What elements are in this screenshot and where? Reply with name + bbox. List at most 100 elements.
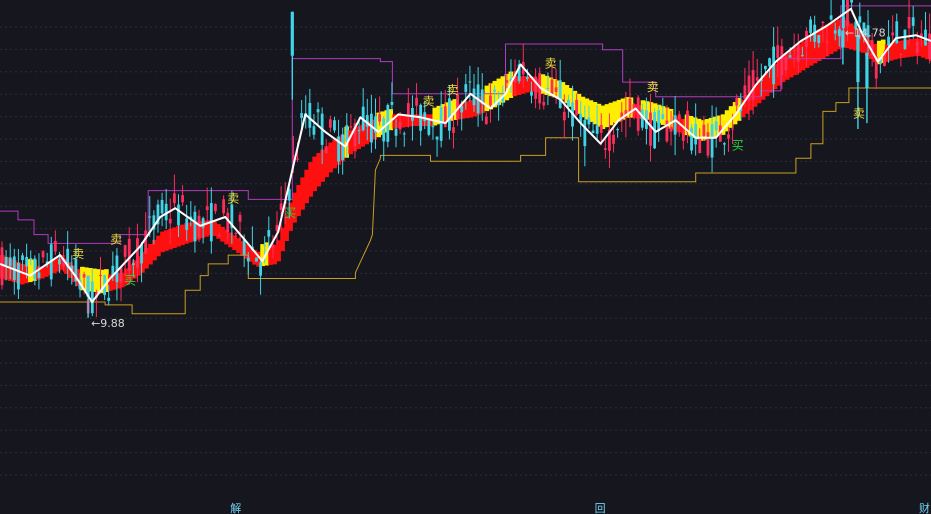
ribbon-bull-segment bbox=[304, 169, 309, 204]
ribbon-bull-segment bbox=[216, 224, 221, 239]
sell-signal-label: 卖 bbox=[422, 95, 434, 109]
candle-down bbox=[177, 204, 180, 226]
candle-down bbox=[587, 117, 591, 125]
candle-down bbox=[809, 19, 812, 33]
candle-up bbox=[743, 85, 747, 99]
candle-down bbox=[90, 281, 94, 314]
buy-signal-label: 买 bbox=[732, 139, 744, 153]
ribbon-bull-segment bbox=[172, 227, 177, 248]
candle-down bbox=[764, 65, 767, 70]
candle-down bbox=[583, 119, 587, 147]
candle-down bbox=[833, 30, 837, 34]
candle-up bbox=[123, 245, 127, 257]
ribbon-bull-segment bbox=[908, 39, 914, 57]
ribbon-bull-segment bbox=[152, 239, 157, 261]
ribbon-bull-segment bbox=[316, 153, 321, 187]
candle-up bbox=[181, 195, 184, 203]
candle-down bbox=[468, 81, 472, 83]
candle-up bbox=[324, 147, 328, 154]
ribbon-bull-segment bbox=[312, 156, 317, 192]
candle-down bbox=[464, 84, 468, 93]
candle-down bbox=[316, 109, 320, 113]
ribbon-bull-segment bbox=[828, 22, 834, 54]
candle-down bbox=[530, 91, 533, 96]
candle-up bbox=[575, 99, 579, 116]
candle-up bbox=[780, 46, 784, 75]
candle-up bbox=[168, 218, 172, 224]
candle-up bbox=[649, 112, 652, 146]
candle-down bbox=[788, 55, 792, 58]
candle-down bbox=[33, 258, 37, 280]
candle-down bbox=[911, 17, 915, 26]
ribbon-bull-segment bbox=[464, 101, 470, 119]
ribbon-bull-segment bbox=[308, 162, 313, 197]
candle-up bbox=[792, 49, 796, 51]
ribbon-bull-segment bbox=[280, 227, 285, 252]
ribbon-bull-segment bbox=[164, 230, 169, 251]
candle-down bbox=[829, 15, 833, 20]
candle-up bbox=[776, 45, 780, 59]
candle-down bbox=[865, 52, 869, 88]
candle-up bbox=[677, 114, 681, 119]
sell-signal-label: 卖 bbox=[545, 56, 557, 70]
candle-down bbox=[427, 119, 431, 135]
candle-down bbox=[817, 35, 821, 44]
candle-down bbox=[439, 106, 443, 141]
candlestick-chart[interactable]: 卖卖买卖买卖卖卖卖买卖 ←9.88 ←14.78 解回财 bbox=[0, 0, 931, 514]
bottom-event-mark[interactable]: 财 bbox=[919, 501, 930, 514]
candle-up bbox=[554, 87, 558, 92]
candle-down bbox=[201, 218, 205, 228]
candle-up bbox=[751, 70, 755, 100]
candle-down bbox=[333, 120, 336, 131]
candle-down bbox=[673, 115, 677, 135]
candle-down bbox=[148, 216, 152, 218]
ribbon-bull-segment bbox=[892, 41, 898, 60]
candle-down bbox=[690, 127, 693, 151]
bottom-event-mark[interactable]: 回 bbox=[595, 502, 606, 514]
candle-up bbox=[484, 116, 488, 125]
candle-up bbox=[669, 126, 673, 132]
candle-down bbox=[263, 245, 267, 247]
ribbon-bull-segment bbox=[788, 49, 794, 78]
candle-up bbox=[706, 132, 710, 156]
candle-down bbox=[21, 255, 24, 261]
candle-down bbox=[903, 29, 907, 50]
ribbon-bull-segment bbox=[148, 243, 153, 265]
candle-up bbox=[296, 158, 299, 160]
candle-down bbox=[657, 110, 661, 132]
candle-down bbox=[160, 199, 164, 214]
candle-down bbox=[290, 11, 294, 56]
candle-down bbox=[431, 126, 435, 128]
candle-up bbox=[0, 247, 4, 286]
candle-down bbox=[312, 126, 316, 135]
candle-down bbox=[800, 55, 804, 57]
candle-down bbox=[768, 58, 771, 67]
candle-up bbox=[550, 79, 554, 95]
candle-up bbox=[755, 77, 759, 81]
candle-down bbox=[423, 112, 427, 122]
ribbon-bull-segment bbox=[328, 142, 333, 173]
ribbon-bull-segment bbox=[332, 139, 337, 169]
candle-up bbox=[681, 133, 685, 141]
candle-up bbox=[562, 111, 566, 121]
ribbon-bear-segment bbox=[592, 102, 598, 125]
candle-up bbox=[891, 32, 895, 36]
candle-down bbox=[394, 128, 398, 136]
buy-signal-label: 买 bbox=[124, 273, 136, 287]
ribbon-bull-segment bbox=[160, 231, 165, 253]
low-price-label: ←9.88 bbox=[91, 317, 125, 330]
candle-up bbox=[292, 155, 295, 157]
candle-down bbox=[8, 257, 12, 267]
candle-up bbox=[702, 124, 706, 137]
candle-up bbox=[172, 193, 176, 204]
candle-down bbox=[887, 36, 890, 46]
upper-channel-line bbox=[0, 5, 931, 244]
sell-signal-label: 卖 bbox=[647, 80, 659, 94]
sell-signal-label: 卖 bbox=[110, 232, 122, 246]
bottom-event-mark[interactable]: 解 bbox=[230, 501, 241, 514]
candle-down bbox=[558, 80, 562, 109]
candle-down bbox=[694, 123, 698, 145]
candle-up bbox=[398, 121, 402, 130]
candle-up bbox=[612, 134, 615, 144]
candle-up bbox=[144, 230, 148, 254]
